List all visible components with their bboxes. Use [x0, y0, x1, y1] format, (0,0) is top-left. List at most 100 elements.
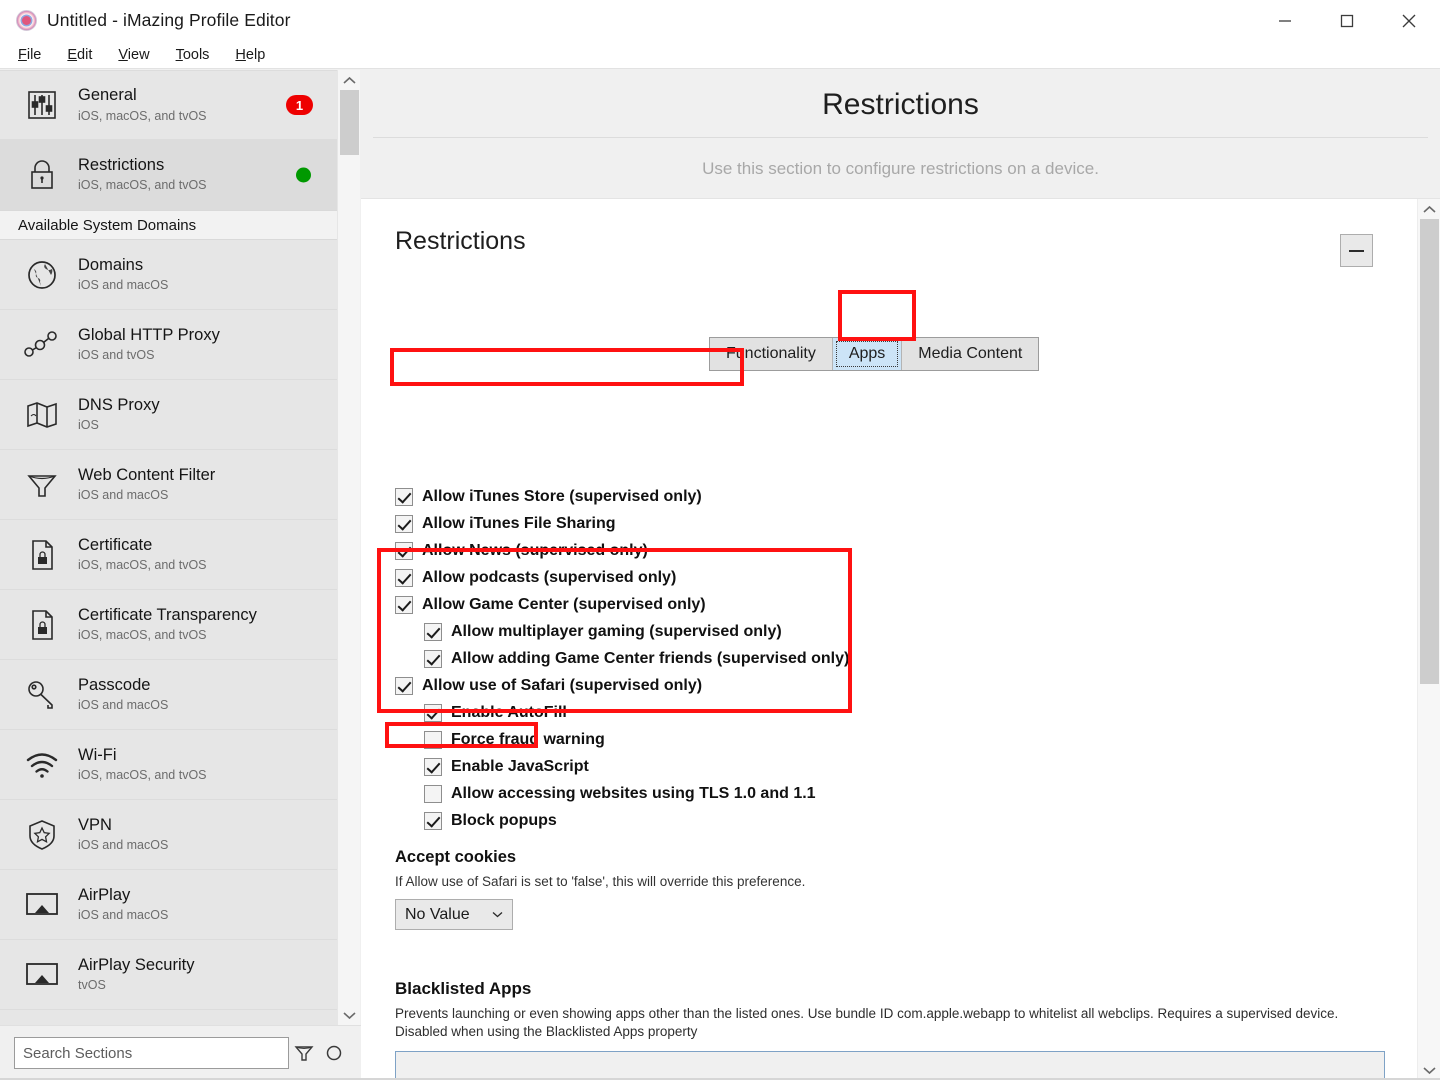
sidebar-item-vpn-subtitle: iOS and macOS	[78, 838, 169, 853]
checkbox-label-allow-tls-1-0-and-1-1: Allow accessing websites using TLS 1.0 a…	[451, 784, 816, 802]
main-scroll-thumb[interactable]	[1420, 219, 1439, 684]
sidebar-item-certificate-transparency-text: Certificate Transparency iOS, macOS, and…	[78, 606, 257, 644]
checkbox-row-allow-tls-1-0-and-1-1[interactable]: Allow accessing websites using TLS 1.0 a…	[395, 780, 1295, 807]
checkbox-row-enable-javascript[interactable]: Enable JavaScript	[395, 753, 1295, 780]
sidebar-item-general[interactable]: General iOS, macOS, and tvOS 1	[0, 70, 337, 140]
collapse-section-button[interactable]	[1340, 234, 1373, 267]
sidebar-search-row	[0, 1025, 361, 1080]
sidebar-item-restrictions-title: Restrictions	[78, 155, 165, 174]
checkbox-allow-multiplayer-gaming[interactable]	[424, 622, 442, 641]
filter-icon[interactable]	[289, 1037, 319, 1069]
menu-edit-rest: dit	[77, 46, 93, 63]
sidebar-scrollbar[interactable]	[337, 70, 360, 1025]
checkbox-row-allow-news[interactable]: Allow News (supervised only)	[395, 537, 1295, 564]
menu-file[interactable]: File	[18, 47, 41, 63]
window-controls	[1254, 0, 1440, 41]
sidebar-item-vpn[interactable]: VPN iOS and macOS	[0, 800, 337, 870]
checkbox-row-force-fraud-warning[interactable]: Force fraud warning	[395, 726, 1295, 753]
airplay-icon	[20, 885, 64, 925]
sidebar-item-dns-proxy-title: DNS Proxy	[78, 395, 160, 414]
sidebar-item-domains[interactable]: Domains iOS and macOS	[0, 240, 337, 310]
menu-tools-rest: ools	[182, 46, 210, 63]
menu-view-rest: iew	[127, 46, 150, 63]
sidebar-item-web-content-filter[interactable]: Web Content Filter iOS and macOS	[0, 450, 337, 520]
checkbox-row-allow-use-of-safari[interactable]: Allow use of Safari (supervised only)	[395, 672, 1295, 699]
sidebar-group-header: Available System Domains	[0, 210, 337, 240]
sidebar-item-general-subtitle: iOS, macOS, and tvOS	[78, 108, 207, 123]
main-scrollbar[interactable]	[1417, 199, 1440, 1080]
checkbox-enable-autofill[interactable]	[424, 703, 442, 722]
sidebar-item-general-text: General iOS, macOS, and tvOS	[78, 86, 207, 124]
checkbox-allow-use-of-safari[interactable]	[395, 676, 413, 695]
sidebar-item-certificate-title: Certificate	[78, 535, 153, 554]
search-input[interactable]	[14, 1037, 289, 1069]
checkbox-row-enable-autofill[interactable]: Enable AutoFill	[395, 699, 1295, 726]
sidebar-item-airplay-security[interactable]: AirPlay Security tvOS	[0, 940, 337, 1010]
sidebar-item-dns-proxy[interactable]: DNS Proxy iOS	[0, 380, 337, 450]
sidebar-scroll-down-icon[interactable]	[338, 1005, 361, 1025]
blacklisted-apps-description: Prevents launching or even showing apps …	[395, 1005, 1385, 1041]
tab-apps[interactable]: Apps	[832, 338, 903, 370]
sidebar-scroll-thumb[interactable]	[340, 90, 359, 155]
checkbox-allow-itunes-file-sharing[interactable]	[395, 514, 413, 533]
checkbox-label-block-popups: Block popups	[451, 811, 557, 829]
sidebar-item-global-http-proxy-title: Global HTTP Proxy	[78, 325, 220, 344]
checkbox-label-allow-itunes-file-sharing: Allow iTunes File Sharing	[422, 514, 616, 532]
checkbox-allow-tls-1-0-and-1-1[interactable]	[424, 784, 442, 803]
close-button[interactable]	[1378, 0, 1440, 41]
menu-file-mnemonic: F	[18, 46, 27, 63]
sidebar-item-airplay[interactable]: AirPlay iOS and macOS	[0, 870, 337, 940]
sidebar-item-certificate-transparency[interactable]: Certificate Transparency iOS, macOS, and…	[0, 590, 337, 660]
menu-view[interactable]: View	[118, 47, 149, 63]
checkbox-row-allow-adding-game-center-friends[interactable]: Allow adding Game Center friends (superv…	[395, 645, 1295, 672]
accept-cookies-dropdown[interactable]: No Value	[395, 899, 513, 930]
content-inner: Restrictions Functionality Apps Media Co…	[361, 199, 1417, 1080]
sidebar-item-restrictions[interactable]: Restrictions iOS, macOS, and tvOS	[0, 140, 337, 210]
sidebar-item-passcode[interactable]: Passcode iOS and macOS	[0, 660, 337, 730]
key-icon	[20, 675, 64, 715]
menu-help[interactable]: Help	[235, 47, 265, 63]
funnel-icon	[20, 465, 64, 505]
sidebar-scroll-up-icon[interactable]	[338, 70, 361, 90]
checkbox-row-allow-game-center[interactable]: Allow Game Center (supervised only)	[395, 591, 1295, 618]
menu-edit-mnemonic: E	[67, 46, 78, 63]
blacklisted-apps-textarea[interactable]	[395, 1050, 1385, 1080]
checkbox-allow-adding-game-center-friends[interactable]	[424, 649, 442, 668]
tab-functionality[interactable]: Functionality	[710, 338, 833, 370]
menu-tools[interactable]: Tools	[176, 47, 210, 63]
maximize-button[interactable]	[1316, 0, 1378, 41]
checkbox-allow-news[interactable]	[395, 541, 413, 560]
tab-media-content[interactable]: Media Content	[902, 338, 1038, 370]
shield-star-icon	[20, 815, 64, 855]
checkbox-allow-podcasts[interactable]	[395, 568, 413, 587]
circle-icon[interactable]	[319, 1037, 349, 1069]
checkbox-row-allow-itunes-file-sharing[interactable]: Allow iTunes File Sharing	[395, 510, 1295, 537]
sidebar-item-certificate[interactable]: Certificate iOS, macOS, and tvOS	[0, 520, 337, 590]
page-subtitle: Use this section to configure restrictio…	[702, 159, 1099, 178]
checkbox-block-popups[interactable]	[424, 811, 442, 830]
checkbox-row-allow-multiplayer-gaming[interactable]: Allow multiplayer gaming (supervised onl…	[395, 618, 1295, 645]
minimize-button[interactable]	[1254, 0, 1316, 41]
checkbox-enable-javascript[interactable]	[424, 757, 442, 776]
checkbox-row-allow-itunes-store[interactable]: Allow iTunes Store (supervised only)	[395, 483, 1295, 510]
main-panel: Restrictions Use this section to configu…	[361, 70, 1440, 1080]
checkbox-force-fraud-warning[interactable]	[424, 730, 442, 749]
sidebar-item-wi-fi[interactable]: Wi-Fi iOS, macOS, and tvOS	[0, 730, 337, 800]
checkbox-allow-itunes-store[interactable]	[395, 487, 413, 506]
checkbox-allow-game-center[interactable]	[395, 595, 413, 614]
main-scroll-down-icon[interactable]	[1418, 1060, 1440, 1080]
menu-file-rest: ile	[26, 46, 42, 63]
sidebar-item-wi-fi-text: Wi-Fi iOS, macOS, and tvOS	[78, 746, 207, 784]
sidebar-item-global-http-proxy[interactable]: Global HTTP Proxy iOS and tvOS	[0, 310, 337, 380]
document-lock-icon	[20, 605, 64, 645]
sidebar-item-airplay-security-title: AirPlay Security	[78, 955, 195, 974]
blacklisted-apps-field: Blacklisted Apps Prevents launching or e…	[395, 979, 1385, 1080]
accept-cookies-field: Accept cookies If Allow use of Safari is…	[395, 848, 1095, 930]
main-header: Restrictions Use this section to configu…	[361, 70, 1440, 198]
accept-cookies-description: If Allow use of Safari is set to 'false'…	[395, 874, 806, 889]
accept-cookies-title: Accept cookies	[395, 848, 517, 866]
main-scroll-up-icon[interactable]	[1418, 199, 1440, 219]
checkbox-row-block-popups[interactable]: Block popups	[395, 807, 1295, 834]
checkbox-row-allow-podcasts[interactable]: Allow podcasts (supervised only)	[395, 564, 1295, 591]
menu-edit[interactable]: Edit	[67, 47, 92, 63]
